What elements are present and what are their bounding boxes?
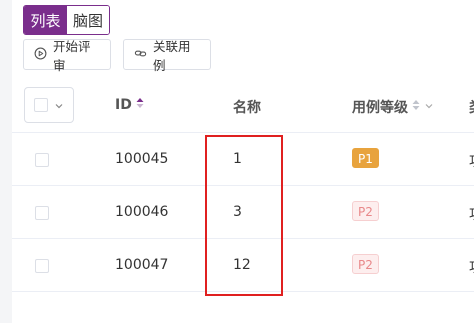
- link-case-button[interactable]: 关联用例: [123, 39, 211, 73]
- row-id: 100045: [115, 151, 169, 167]
- chevron-down-icon: [54, 96, 64, 115]
- table-row[interactable]: 100046 3 P2 功: [12, 187, 474, 239]
- sort-icon[interactable]: [412, 99, 420, 115]
- view-toggle: 列表 脑图: [23, 5, 110, 35]
- tab-list[interactable]: 列表: [24, 6, 67, 34]
- row-id: 100047: [115, 257, 169, 273]
- row-checkbox[interactable]: [35, 259, 49, 273]
- left-rail: [0, 0, 12, 323]
- link-case-label: 关联用例: [153, 38, 191, 73]
- select-all-checkbox[interactable]: [34, 98, 48, 112]
- row-name[interactable]: 3: [233, 204, 242, 220]
- filter-chevron-icon[interactable]: [424, 99, 434, 115]
- column-header-level-label: 用例等级: [352, 100, 408, 116]
- table-row[interactable]: 100045 1 P1 功: [12, 134, 474, 186]
- table-row[interactable]: 100047 12 P2 功: [12, 240, 474, 292]
- link-icon: [134, 47, 147, 63]
- row-name[interactable]: 12: [233, 257, 251, 273]
- column-header-id-label: ID: [115, 97, 132, 113]
- level-badge: P1: [352, 148, 379, 168]
- column-header-more: 类: [469, 97, 474, 117]
- row-type: 功: [469, 257, 474, 277]
- select-all-dropdown[interactable]: [24, 87, 74, 123]
- row-checkbox[interactable]: [35, 153, 49, 167]
- column-header-id[interactable]: ID: [115, 97, 144, 113]
- level-badge: P2: [352, 254, 379, 274]
- start-review-button[interactable]: 开始评审: [23, 39, 111, 73]
- level-badge-label: P1: [352, 148, 379, 168]
- row-id: 100046: [115, 204, 169, 220]
- level-badge-label: P2: [352, 254, 379, 274]
- play-circle-icon: [34, 47, 47, 63]
- column-header-level[interactable]: 用例等级: [352, 97, 434, 117]
- row-name[interactable]: 1: [233, 151, 242, 167]
- level-badge: P2: [352, 201, 379, 221]
- level-badge-label: P2: [352, 201, 379, 221]
- row-type: 功: [469, 151, 474, 171]
- row-type: 功: [469, 204, 474, 224]
- table-header: ID 名称 用例等级 类: [12, 81, 474, 133]
- column-header-name-label: 名称: [233, 100, 261, 116]
- column-header-more-label: 类: [469, 97, 474, 117]
- row-checkbox[interactable]: [35, 206, 49, 220]
- tab-mindmap[interactable]: 脑图: [67, 6, 109, 34]
- column-header-name: 名称: [233, 97, 261, 117]
- start-review-label: 开始评审: [53, 38, 91, 73]
- sort-up-icon[interactable]: [136, 97, 144, 113]
